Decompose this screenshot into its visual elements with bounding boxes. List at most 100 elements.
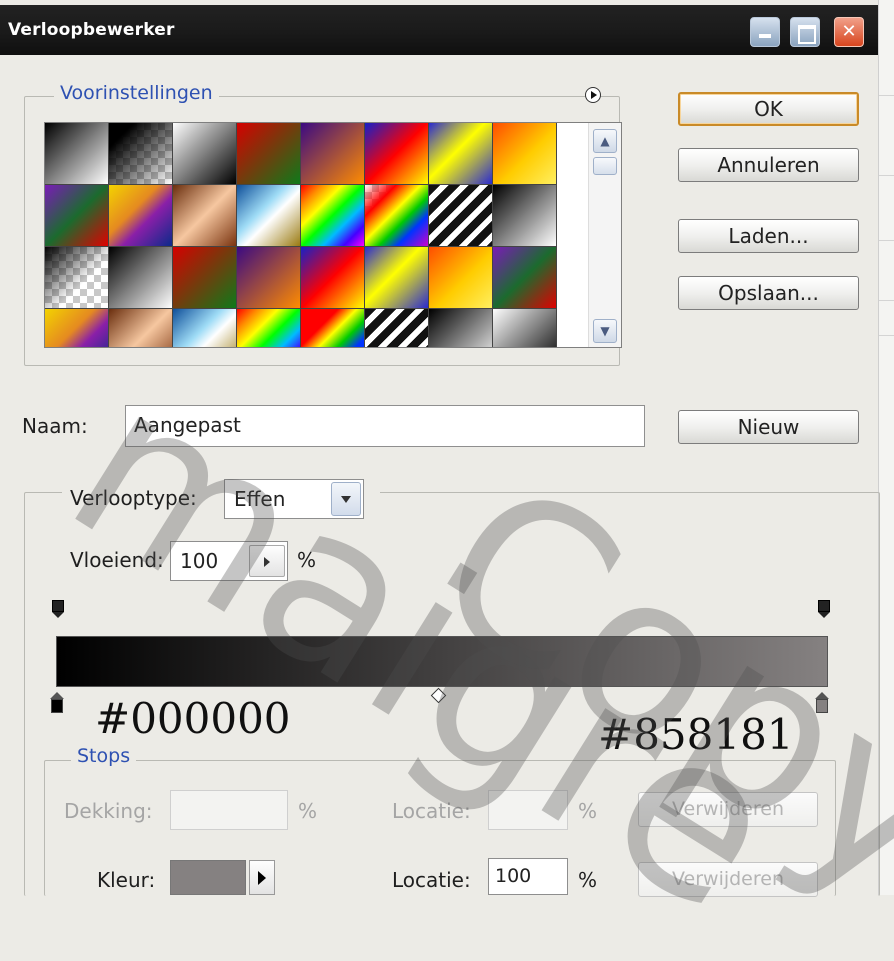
opacity-stop-left[interactable] [52, 600, 64, 618]
preset-swatch[interactable] [173, 309, 237, 347]
color-stop-swatch [51, 699, 63, 713]
preset-swatch[interactable] [45, 185, 109, 247]
preset-swatch[interactable] [429, 309, 493, 347]
preset-swatch[interactable] [301, 185, 365, 247]
opacity-stop-body [52, 600, 64, 612]
scroll-down-button[interactable]: ▼ [593, 319, 617, 343]
name-label: Naam: [22, 414, 88, 438]
chevron-down-icon: ▼ [600, 324, 610, 338]
preset-swatch[interactable] [45, 123, 109, 185]
preset-swatch[interactable] [237, 123, 301, 185]
maximize-button[interactable] [790, 17, 820, 47]
minimize-button[interactable] [750, 17, 780, 47]
opacity-stop-body [818, 600, 830, 612]
preset-swatch[interactable] [237, 309, 301, 347]
edge-divider [879, 300, 894, 301]
preset-swatch[interactable] [237, 185, 301, 247]
delete-color-stop-button: Verwijderen [638, 862, 818, 897]
preset-swatch[interactable] [109, 247, 173, 309]
color-label: Kleur: [97, 868, 156, 892]
presets-grid: ▲ ▼ [44, 122, 622, 348]
preset-swatch[interactable] [301, 247, 365, 309]
chevron-up-icon: ▲ [600, 134, 610, 148]
preset-swatch[interactable] [45, 309, 109, 347]
preset-swatch[interactable] [301, 309, 365, 347]
color-stop-right[interactable] [815, 692, 829, 714]
presets-legend: Voorinstellingen [54, 82, 219, 104]
smoothness-value: 100 [180, 549, 219, 573]
minimize-icon [751, 18, 779, 46]
preset-swatch[interactable] [173, 247, 237, 309]
title-bar: Verloopbewerker ✕ [0, 5, 878, 55]
preset-swatch[interactable] [365, 247, 429, 309]
stop-color-swatch[interactable] [170, 860, 246, 895]
presets-scrollbar[interactable]: ▲ ▼ [588, 123, 621, 347]
color-stop-swatch [816, 699, 828, 713]
background-window-edge [878, 0, 894, 895]
color-location-unit: % [578, 868, 598, 892]
preset-swatch[interactable] [173, 185, 237, 247]
preset-swatch[interactable] [109, 123, 173, 185]
preset-swatch[interactable] [173, 123, 237, 185]
preset-swatch[interactable] [493, 185, 557, 247]
stops-legend: Stops [71, 745, 137, 767]
opacity-location-input [488, 790, 568, 830]
load-button[interactable]: Laden... [678, 219, 859, 253]
annotation-start-hex: #000000 [95, 694, 291, 743]
preset-swatch[interactable] [301, 123, 365, 185]
smoothness-input[interactable]: 100 [170, 541, 288, 581]
presets-menu-button[interactable] [585, 87, 601, 103]
maximize-icon [791, 18, 819, 46]
chevron-down-icon[interactable] [331, 482, 361, 516]
preset-swatch[interactable] [493, 309, 557, 347]
preset-swatch[interactable] [109, 309, 173, 347]
name-input[interactable]: Aangepast [125, 405, 645, 447]
preset-swatch[interactable] [429, 123, 493, 185]
gradient-preview-bar[interactable] [56, 636, 828, 687]
opacity-stop-tip [818, 612, 830, 618]
edge-divider [879, 175, 894, 176]
edge-divider [879, 95, 894, 96]
opacity-location-label: Locatie: [392, 799, 471, 823]
gradient-type-select[interactable]: Effen [224, 479, 364, 519]
opacity-unit: % [298, 799, 318, 823]
color-stop-cap [815, 692, 829, 699]
edge-divider [879, 335, 894, 336]
preset-swatch[interactable] [109, 185, 173, 247]
cancel-button[interactable]: Annuleren [678, 148, 859, 182]
gradient-type-value: Effen [234, 487, 286, 511]
stop-color-menu-button[interactable] [249, 860, 275, 895]
scroll-up-button[interactable]: ▲ [593, 129, 617, 153]
gradient-type-label: Verlooptype: [70, 486, 197, 510]
preset-swatch[interactable] [365, 309, 429, 347]
smoothness-label: Vloeiend: [70, 548, 164, 572]
smoothness-slider-button[interactable] [249, 545, 285, 577]
preset-swatch[interactable] [365, 123, 429, 185]
edge-divider [879, 240, 894, 241]
opacity-location-unit: % [578, 799, 598, 823]
window-title: Verloopbewerker [8, 20, 175, 40]
color-location-label: Locatie: [392, 868, 471, 892]
delete-opacity-stop-button: Verwijderen [638, 792, 818, 827]
ok-button[interactable]: OK [678, 92, 859, 126]
preset-swatch[interactable] [365, 185, 429, 247]
preset-swatches [45, 123, 589, 347]
preset-swatch[interactable] [45, 247, 109, 309]
preset-swatch[interactable] [429, 247, 493, 309]
preset-swatch[interactable] [493, 123, 557, 185]
preset-swatch[interactable] [429, 185, 493, 247]
new-button[interactable]: Nieuw [678, 410, 859, 444]
opacity-label: Dekking: [64, 799, 153, 823]
opacity-input [170, 790, 288, 830]
opacity-stop-right[interactable] [818, 600, 830, 618]
color-stop-left[interactable] [50, 692, 64, 714]
color-location-input[interactable]: 100 [488, 858, 568, 895]
annotation-end-hex: #858181 [598, 710, 794, 759]
smoothness-unit: % [297, 548, 317, 572]
opacity-stop-tip [52, 612, 64, 618]
preset-swatch[interactable] [237, 247, 301, 309]
close-button[interactable]: ✕ [834, 17, 864, 47]
preset-swatch[interactable] [493, 247, 557, 309]
scroll-thumb[interactable] [593, 157, 617, 175]
save-button[interactable]: Opslaan... [678, 276, 859, 310]
